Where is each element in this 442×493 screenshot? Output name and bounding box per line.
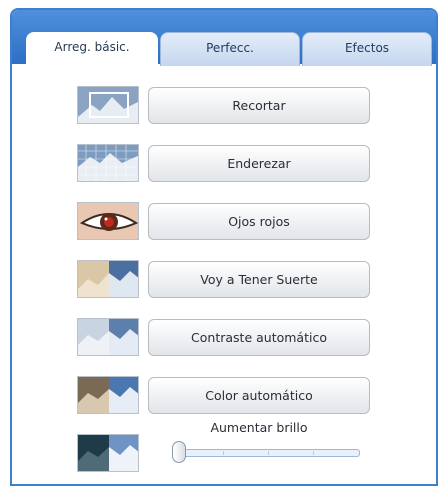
- slider-tick: [268, 451, 269, 455]
- slider-tick: [223, 451, 224, 455]
- brightness-slider-track[interactable]: [178, 449, 360, 457]
- basic-fixes-panel: Arreg. básic. Perfecc. Efectos: [10, 8, 438, 486]
- brightness-thumbnail-icon: [77, 434, 139, 472]
- tab-tuning[interactable]: Perfecc.: [160, 32, 300, 66]
- brightness-slider-handle[interactable]: [172, 441, 186, 463]
- red-eye-button[interactable]: Ojos rojos: [148, 203, 370, 240]
- im-feeling-lucky-button[interactable]: Voy a Tener Suerte: [148, 261, 370, 298]
- auto-contrast-button[interactable]: Contraste automático: [148, 319, 370, 356]
- brightness-label: Aumentar brillo: [210, 420, 308, 435]
- crop-button[interactable]: Recortar: [148, 87, 370, 124]
- straighten-thumbnail-icon: [77, 144, 139, 182]
- red-eye-thumbnail-icon: [77, 202, 139, 240]
- slider-tick: [313, 451, 314, 455]
- lucky-thumbnail-icon: [77, 260, 139, 298]
- tab-basic-fixes[interactable]: Arreg. básic.: [26, 32, 158, 68]
- auto-contrast-thumbnail-icon: [77, 318, 139, 356]
- auto-color-thumbnail-icon: [77, 376, 139, 414]
- crop-thumbnail-icon: [77, 86, 139, 124]
- auto-color-button[interactable]: Color automático: [148, 377, 370, 414]
- straighten-button[interactable]: Enderezar: [148, 145, 370, 182]
- tab-effects[interactable]: Efectos: [302, 32, 432, 66]
